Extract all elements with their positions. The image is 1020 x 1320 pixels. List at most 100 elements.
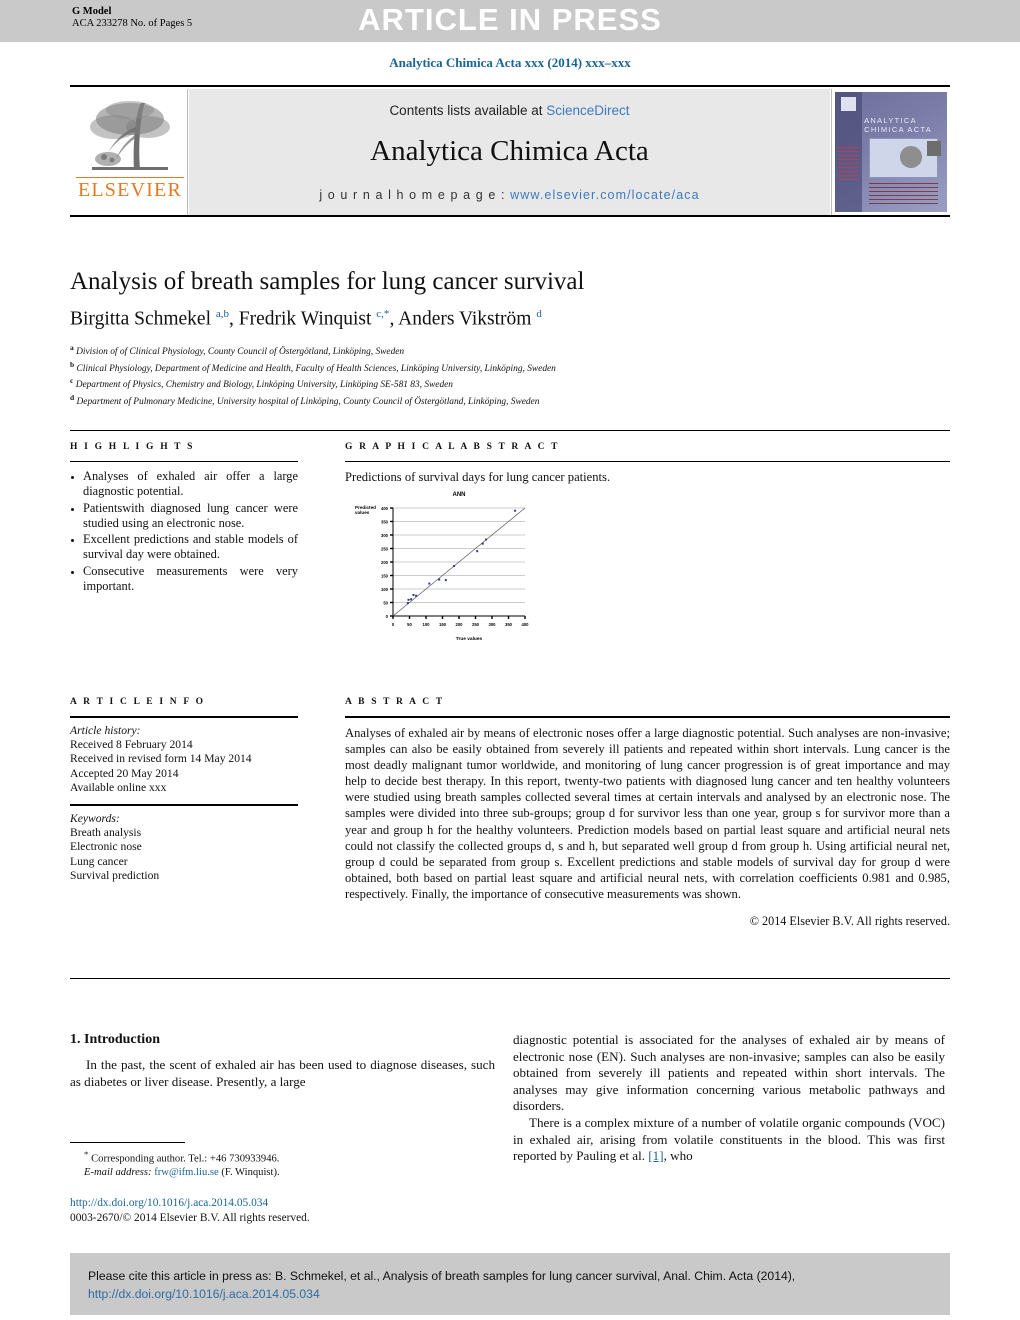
cover-sidebar-text-lines xyxy=(838,147,859,184)
email-note: E-mail address: frw@ifm.liu.se (F. Winqu… xyxy=(70,1166,500,1180)
chart-y-tick-label: 100 xyxy=(381,587,389,592)
intro-r2-pre: There is a complex mixture of a number o… xyxy=(513,1114,945,1164)
body-column-right: diagnostic potential is associated for t… xyxy=(513,1032,945,1165)
footnote-divider xyxy=(70,1142,185,1143)
body-column-left: 1. Introduction In the past, the scent o… xyxy=(70,1032,495,1090)
email-owner: (F. Winquist). xyxy=(221,1167,280,1179)
asterisk-icon: * xyxy=(84,1149,89,1159)
chart-y-tick-label: 250 xyxy=(381,547,389,552)
keyword-item: Electronic nose xyxy=(70,840,142,854)
article-history-items: Received 8 February 2014 Received in revi… xyxy=(70,738,298,795)
keyword-item: Lung cancer xyxy=(70,854,128,868)
article-info-column: A R T I C L E I N F O Article history: R… xyxy=(70,697,298,883)
journal-homepage-link[interactable]: www.elsevier.com/locate/aca xyxy=(510,188,700,202)
journal-cover-thumbnail: ANALYTICA CHIMICA ACTA xyxy=(831,89,950,215)
cover-circle-shape xyxy=(899,146,923,168)
article-history-item: Accepted 20 May 2014 xyxy=(70,766,179,780)
article-history-item: Received in revised form 14 May 2014 xyxy=(70,752,252,766)
affiliation-mark: b xyxy=(70,359,75,369)
affiliation-mark: d xyxy=(70,393,75,403)
chart-data-point xyxy=(453,565,456,568)
chart-y-tick-label: 300 xyxy=(381,533,389,538)
abstract-text: Analyses of exhaled air by means of elec… xyxy=(345,726,950,901)
page-title: Analysis of breath samples for lung canc… xyxy=(70,268,585,295)
article-history-block: Article history: Received 8 February 201… xyxy=(70,724,298,795)
highlight-item: Patientswith diagnosed lung cancer were … xyxy=(83,501,298,532)
chart-x-tick-label: 300 xyxy=(489,622,497,627)
reference-link-1[interactable]: [1] xyxy=(648,1148,663,1163)
chart-data-point xyxy=(438,578,441,581)
chart-data-point xyxy=(406,602,409,605)
abstract-rule xyxy=(345,716,950,718)
graphical-abstract-rule xyxy=(345,461,950,462)
elsevier-wordmark: ELSEVIER xyxy=(76,177,184,201)
article-history-item: Received 8 February 2014 xyxy=(70,738,193,752)
highlights-list: Analyses of exhaled air offer a large di… xyxy=(70,469,298,594)
chart-title: ANN xyxy=(453,492,466,498)
chart-y-tick-label: 200 xyxy=(381,560,389,565)
cite-text: Please cite this article in press as: B.… xyxy=(88,1269,796,1283)
abstract-column: A B S T R A C T Analyses of exhaled air … xyxy=(345,697,950,929)
cover-text-lines xyxy=(868,183,939,205)
email-label: E-mail address: xyxy=(84,1167,152,1179)
section-divider-middle xyxy=(70,978,950,979)
chart-data-point xyxy=(428,582,431,585)
chart-data-point xyxy=(476,550,479,553)
footnote-block: * Corresponding author. Tel.: +46 730933… xyxy=(70,1148,500,1180)
chart-y-tick-label: 400 xyxy=(381,506,389,511)
journal-masthead: ELSEVIER Contents lists available at Sci… xyxy=(70,85,950,217)
chart-x-tick-label: 400 xyxy=(522,622,530,627)
introduction-heading: 1. Introduction xyxy=(70,1032,160,1047)
email-link[interactable]: frw@ifm.liu.se xyxy=(154,1167,218,1178)
doi-link[interactable]: http://dx.doi.org/10.1016/j.aca.2014.05.… xyxy=(70,1197,268,1209)
chart-data-point xyxy=(415,594,418,597)
chart-x-tick-label: 200 xyxy=(456,622,464,627)
keywords-rule xyxy=(70,804,298,807)
chart-data-point xyxy=(514,509,517,512)
chart-data-point xyxy=(412,593,415,596)
introduction-paragraph-right-1: diagnostic potential is associated for t… xyxy=(513,1032,945,1114)
cover-title-line1: ANALYTICA xyxy=(864,116,917,125)
keyword-item: Survival prediction xyxy=(70,868,160,882)
article-info-rule xyxy=(70,716,298,718)
g-model-label: G Model xyxy=(72,6,112,17)
journal-title: Analytica Chimica Acta xyxy=(370,135,649,167)
chart-x-tick-label: 150 xyxy=(439,622,447,627)
chart-x-tick-label: 350 xyxy=(505,622,513,627)
sciencedirect-link[interactable]: ScienceDirect xyxy=(546,103,629,118)
issn-copyright-line: 0003-2670/© 2014 Elsevier B.V. All right… xyxy=(70,1211,310,1224)
g-model-id: ACA 233278 No. of Pages 5 xyxy=(72,18,193,29)
corresponding-author-note: * Corresponding author. Tel.: +46 730933… xyxy=(70,1148,500,1166)
contents-line: Contents lists available at ScienceDirec… xyxy=(189,103,830,118)
article-info-label: A R T I C L E I N F O xyxy=(70,697,206,707)
affiliation-mark: c xyxy=(70,376,74,386)
highlights-column: H I G H L I G H T S Analyses of exhaled … xyxy=(70,442,298,595)
chart-y-tick-label: 150 xyxy=(381,574,389,579)
cover-title-line2: CHIMICA ACTA xyxy=(864,125,933,134)
chart-svg: ANN 0 50 100 150 200 250 300 350 400 0 50 100 150 200 2… xyxy=(355,492,530,642)
article-history-label: Article history: xyxy=(70,724,141,737)
homepage-label: j o u r n a l h o m e p a g e : xyxy=(319,188,506,202)
introduction-paragraph-left: In the past, the scent of exhaled air ha… xyxy=(70,1057,495,1089)
chart-y-tick-label: 350 xyxy=(381,520,389,525)
cover-publisher-logo-icon xyxy=(840,96,857,112)
doi-block: http://dx.doi.org/10.1016/j.aca.2014.05.… xyxy=(70,1196,500,1225)
chart-y-tick-label: 50 xyxy=(383,601,388,606)
cite-doi-link[interactable]: http://dx.doi.org/10.1016/j.aca.2014.05.… xyxy=(88,1287,320,1301)
highlight-item: Consecutive measurements were very impor… xyxy=(83,564,298,595)
cite-this-article-box: Please cite this article in press as: B.… xyxy=(70,1253,950,1315)
contents-prefix: Contents lists available at xyxy=(389,103,547,118)
chart-data-point xyxy=(485,538,488,541)
affiliation-item: b Clinical Physiology, Department of Med… xyxy=(70,359,556,374)
author-list: Birgitta Schmekel a,b, Fredrik Winquist … xyxy=(70,308,542,330)
highlight-item: Analyses of exhaled air offer a large di… xyxy=(83,469,298,500)
affiliation-item: c Department of Physics, Chemistry and B… xyxy=(70,376,453,391)
graphical-abstract-column: G R A P H I C A L A B S T R A C T Predic… xyxy=(345,442,950,642)
chart-data-point xyxy=(444,579,447,582)
chart-y-axis-label-2: values xyxy=(355,510,370,515)
article-history-item: Available online xxx xyxy=(70,780,167,794)
affiliation-item: d Department of Pulmonary Medicine, Univ… xyxy=(70,393,540,408)
graphical-abstract-label: G R A P H I C A L A B S T R A C T xyxy=(345,442,560,452)
journal-running-head: Analytica Chimica Acta xxx (2014) xxx–xx… xyxy=(389,55,631,70)
graphical-abstract-caption: Predictions of survival days for lung ca… xyxy=(345,470,611,484)
